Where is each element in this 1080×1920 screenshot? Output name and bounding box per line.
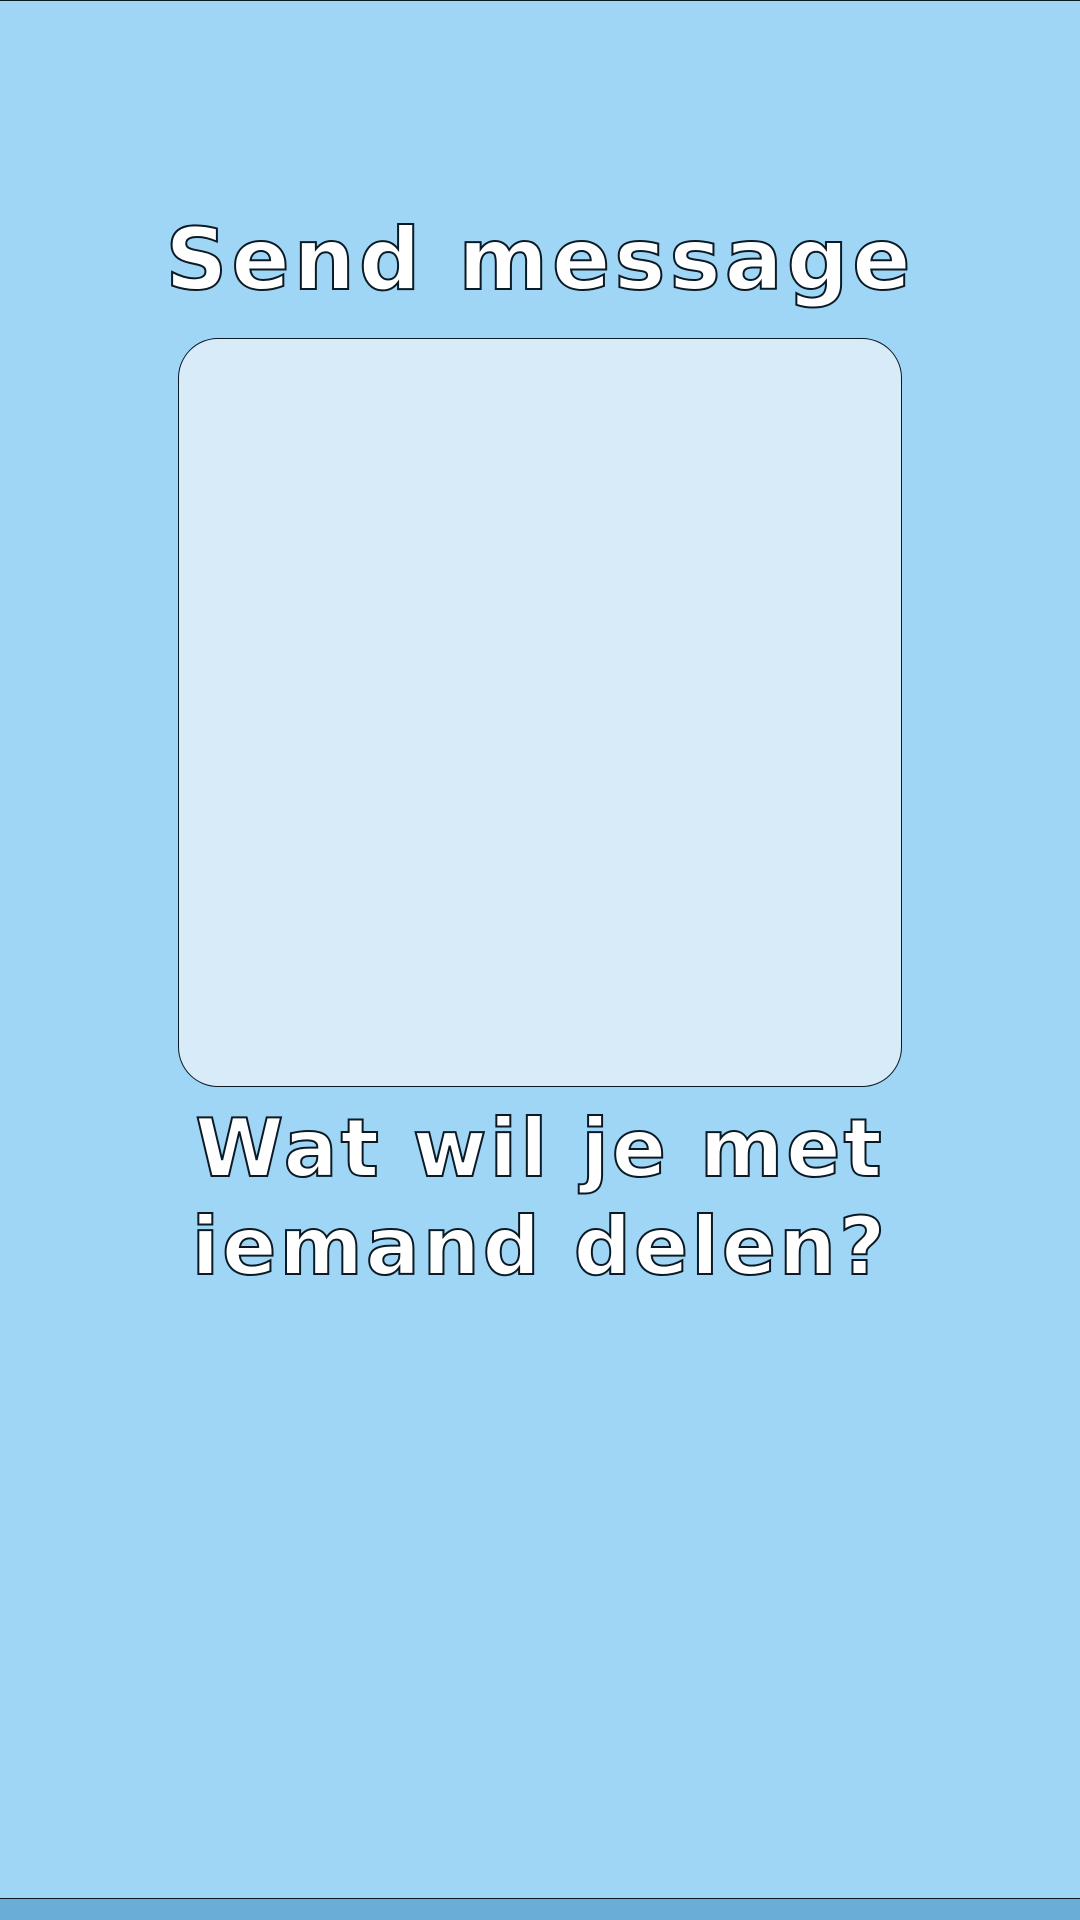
prompt-text: Wat wil je met iemand delen? [0,1100,1080,1296]
top-border [0,0,1080,1]
page-title: Send message [164,209,915,311]
prompt-line-2: iemand delen? [191,1199,889,1294]
prompt-line-1: Wat wil je met [194,1101,885,1196]
message-input[interactable] [178,338,902,1087]
bottom-bar [0,1898,1080,1920]
